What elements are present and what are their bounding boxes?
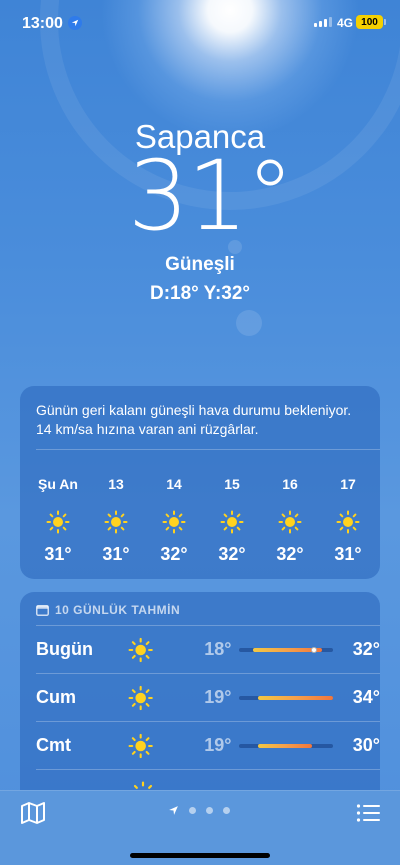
day-high: 34° [352, 687, 380, 707]
page-indicator[interactable] [168, 805, 230, 816]
lens-flare [236, 310, 262, 336]
hourly-forecast-card[interactable]: Günün geri kalanı güneşli hava durumu be… [20, 386, 380, 579]
hour-item: 17 31° [320, 476, 376, 565]
hour-label: 13 [108, 476, 124, 492]
temp-range-bar [239, 646, 334, 653]
hourly-list[interactable]: Şu An 31° 13 31° 14 32° 15 32° 16 32° 17… [26, 476, 380, 565]
daily-header-label: 10 GÜNLÜK TAHMİN [55, 603, 181, 617]
day-name: Bugün [36, 639, 93, 659]
page-dot[interactable] [206, 807, 213, 814]
hour-label: 17 [340, 476, 356, 492]
hour-label: Şu An [38, 476, 78, 492]
signal-icon [314, 17, 332, 27]
day-row[interactable]: Bugün 18° 32° [36, 625, 380, 673]
divider [36, 449, 380, 450]
hour-temp: 32° [160, 544, 188, 564]
temp-range-fill [258, 695, 333, 700]
hour-temp: 31° [334, 544, 362, 564]
sun-icon [162, 510, 186, 534]
sun-icon [220, 510, 244, 534]
current-temp-dot [311, 646, 318, 653]
sun-icon [278, 510, 302, 534]
page-dot[interactable] [189, 807, 196, 814]
temp-range-fill [258, 743, 313, 748]
day-row[interactable]: Cmt 19° 30° [36, 721, 380, 769]
hour-label: 15 [224, 476, 240, 492]
day-high: 30° [352, 735, 380, 755]
hour-temp: 32° [276, 544, 304, 564]
hour-temp: 31° [44, 544, 72, 564]
location-arrow-icon [169, 806, 178, 815]
hi-lo-temperature: D:18° Y:32° [149, 283, 251, 304]
day-name: Cum [36, 687, 76, 707]
sun-icon [104, 510, 128, 534]
temp-range-bar [239, 743, 334, 748]
day-name: Cmt [36, 735, 71, 755]
bottom-toolbar [0, 790, 400, 865]
sun-icon [128, 637, 153, 662]
weather-condition: Güneşli [165, 254, 235, 275]
status-bar: 13:00 4G 100 [0, 0, 400, 48]
status-time: 13:00 [22, 15, 63, 32]
hour-item: 13 31° [88, 476, 144, 565]
battery-icon: 100 [356, 15, 383, 29]
day-low: 19° [204, 735, 232, 755]
battery-level: 100 [361, 16, 378, 28]
sun-icon [336, 510, 360, 534]
hour-label: 16 [282, 476, 298, 492]
calendar-icon [36, 605, 49, 616]
day-high: 32° [352, 639, 380, 659]
day-low: 18° [204, 639, 232, 659]
map-icon[interactable] [20, 801, 46, 825]
battery-tip [384, 19, 386, 25]
hour-temp: 31° [102, 544, 130, 564]
day-row[interactable]: Cum 19° 34° [36, 673, 380, 721]
current-temperature: 31° [127, 140, 294, 252]
home-indicator [130, 853, 270, 858]
sun-icon [46, 510, 70, 534]
daily-header: 10 GÜNLÜK TAHMİN [36, 603, 180, 617]
hour-item: Şu An 31° [30, 476, 86, 565]
page-dot[interactable] [223, 807, 230, 814]
hour-temp: 32° [218, 544, 246, 564]
hour-item: 14 32° [146, 476, 202, 565]
list-icon[interactable] [356, 803, 380, 823]
sun-icon [128, 733, 153, 758]
hour-item: 15 32° [204, 476, 260, 565]
daily-forecast-card[interactable]: 10 GÜNLÜK TAHMİN Bugün 18° 32° Cum 19° 3… [20, 592, 380, 822]
hour-label: 14 [166, 476, 182, 492]
forecast-summary: Günün geri kalanı güneşli hava durumu be… [36, 402, 352, 437]
hour-item: 16 32° [262, 476, 318, 565]
temp-range-bar [239, 695, 334, 700]
location-arrow-icon [68, 16, 82, 30]
network-type: 4G [337, 16, 354, 30]
day-low: 19° [204, 687, 232, 707]
sun-icon [128, 685, 153, 710]
